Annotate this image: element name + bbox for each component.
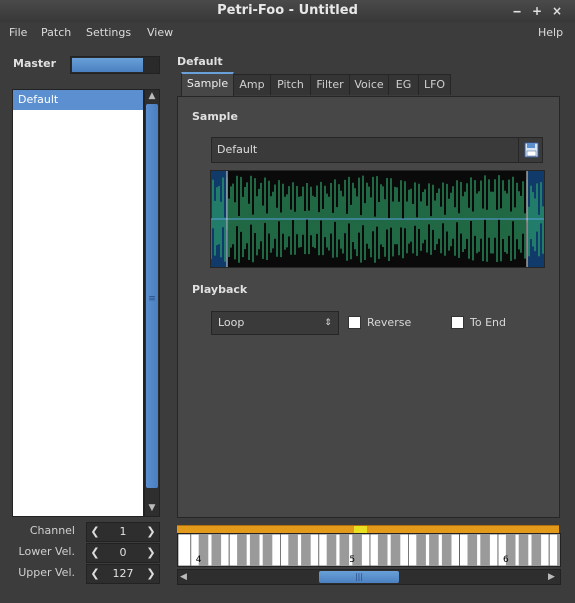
channel-value[interactable]: 1 xyxy=(101,523,145,541)
menu-patch[interactable]: Patch xyxy=(41,26,71,39)
patch-list-item[interactable]: Default xyxy=(13,90,143,110)
playback-mode-select[interactable]: Loop ⇕ xyxy=(211,311,339,335)
tab-eg[interactable]: EG xyxy=(388,74,419,95)
window-title: Petri-Foo - Untitled xyxy=(217,3,358,18)
menu-settings[interactable]: Settings xyxy=(86,26,131,39)
black-key[interactable] xyxy=(377,534,388,566)
lower-velocity-label: Lower Vel. xyxy=(18,545,75,558)
sample-heading: Sample xyxy=(192,110,238,123)
tab-voice[interactable]: Voice xyxy=(349,74,389,95)
keyboard-scrollbar[interactable]: ◀ ||| ▶ xyxy=(177,569,561,585)
channel-spinner[interactable]: ❮ 1 ❯ xyxy=(86,522,160,542)
waveform-display[interactable] xyxy=(210,170,545,268)
minimize-button[interactable]: ‒ xyxy=(509,3,525,19)
maximize-button[interactable]: + xyxy=(529,3,545,19)
grip-icon: ||| xyxy=(354,572,364,581)
menu-file[interactable]: File xyxy=(9,26,27,39)
grip-icon: ≡ xyxy=(148,294,156,304)
scroll-down-icon[interactable]: ▼ xyxy=(145,502,159,514)
tab-lfo[interactable]: LFO xyxy=(418,74,451,95)
reverse-label: Reverse xyxy=(367,316,412,329)
piano-keyboard[interactable]: 4 5 6 xyxy=(177,533,561,567)
octave-label: 5 xyxy=(349,555,355,565)
black-key[interactable] xyxy=(288,534,298,566)
floppy-icon xyxy=(524,142,539,158)
upper-velocity-value[interactable]: 127 xyxy=(101,565,145,583)
black-key[interactable] xyxy=(518,534,529,566)
black-key[interactable] xyxy=(441,534,452,566)
piano-keys: 4 5 6 xyxy=(178,534,560,566)
octave-label: 4 xyxy=(196,555,202,565)
lower-velocity-value[interactable]: 0 xyxy=(101,544,145,562)
scroll-left-icon[interactable]: ◀ xyxy=(180,570,190,584)
black-key[interactable] xyxy=(249,534,260,566)
scrollbar-thumb[interactable]: ≡ xyxy=(146,104,158,488)
black-key[interactable] xyxy=(326,534,337,566)
master-volume-bar[interactable] xyxy=(70,56,160,74)
chevron-left-icon[interactable]: ❮ xyxy=(89,523,101,541)
master-volume-fill xyxy=(72,58,143,72)
upper-velocity-spinner[interactable]: ❮ 127 ❯ xyxy=(86,564,160,584)
tab-pitch[interactable]: Pitch xyxy=(270,74,311,95)
sample-file-name: Default xyxy=(217,143,258,156)
octave-label: 6 xyxy=(503,555,509,565)
channel-label: Channel xyxy=(29,524,75,537)
menu-help[interactable]: Help xyxy=(538,26,563,39)
select-arrows-icon: ⇕ xyxy=(324,318,332,328)
upper-velocity-label: Upper Vel. xyxy=(18,566,75,579)
chevron-right-icon[interactable]: ❯ xyxy=(145,565,157,583)
menu-view[interactable]: View xyxy=(147,26,173,39)
black-key[interactable] xyxy=(301,534,311,566)
black-key[interactable] xyxy=(262,534,273,566)
close-button[interactable]: × xyxy=(549,3,565,19)
patch-list-scrollbar[interactable]: ▲ ≡ ▼ xyxy=(144,89,160,517)
black-key[interactable] xyxy=(339,534,350,566)
playback-mode-value: Loop xyxy=(218,316,245,329)
reverse-checkbox[interactable] xyxy=(348,316,361,329)
chevron-left-icon[interactable]: ❮ xyxy=(89,544,101,562)
white-key[interactable] xyxy=(178,534,192,566)
tab-amp[interactable]: Amp xyxy=(233,74,271,95)
master-label: Master xyxy=(13,57,57,70)
chevron-right-icon[interactable]: ❯ xyxy=(145,544,157,562)
tab-filter[interactable]: Filter xyxy=(310,74,350,95)
black-key[interactable] xyxy=(557,534,560,566)
black-key[interactable] xyxy=(480,534,490,566)
patch-name: Default xyxy=(177,55,223,68)
chevron-right-icon[interactable]: ❯ xyxy=(145,523,157,541)
black-key[interactable] xyxy=(531,534,542,566)
lower-velocity-spinner[interactable]: ❮ 0 ❯ xyxy=(86,543,160,563)
to-end-label: To End xyxy=(470,316,506,329)
to-end-checkbox[interactable] xyxy=(451,316,464,329)
scroll-right-icon[interactable]: ▶ xyxy=(548,570,558,584)
tab-sample[interactable]: Sample xyxy=(181,72,234,98)
black-key[interactable] xyxy=(390,534,401,566)
black-key[interactable] xyxy=(237,534,247,566)
playback-heading: Playback xyxy=(192,283,248,296)
sample-file-chooser[interactable]: Default xyxy=(211,137,543,163)
black-key[interactable] xyxy=(429,534,439,566)
black-key[interactable] xyxy=(467,534,478,566)
scrollbar-thumb[interactable]: ||| xyxy=(319,571,399,583)
open-file-button[interactable] xyxy=(518,138,543,162)
scroll-up-icon[interactable]: ▲ xyxy=(145,90,159,102)
patch-list[interactable]: Default xyxy=(12,89,144,517)
chevron-left-icon[interactable]: ❮ xyxy=(89,565,101,583)
black-key[interactable] xyxy=(416,534,426,566)
black-key[interactable] xyxy=(211,534,222,566)
waveform-plot xyxy=(210,171,544,267)
